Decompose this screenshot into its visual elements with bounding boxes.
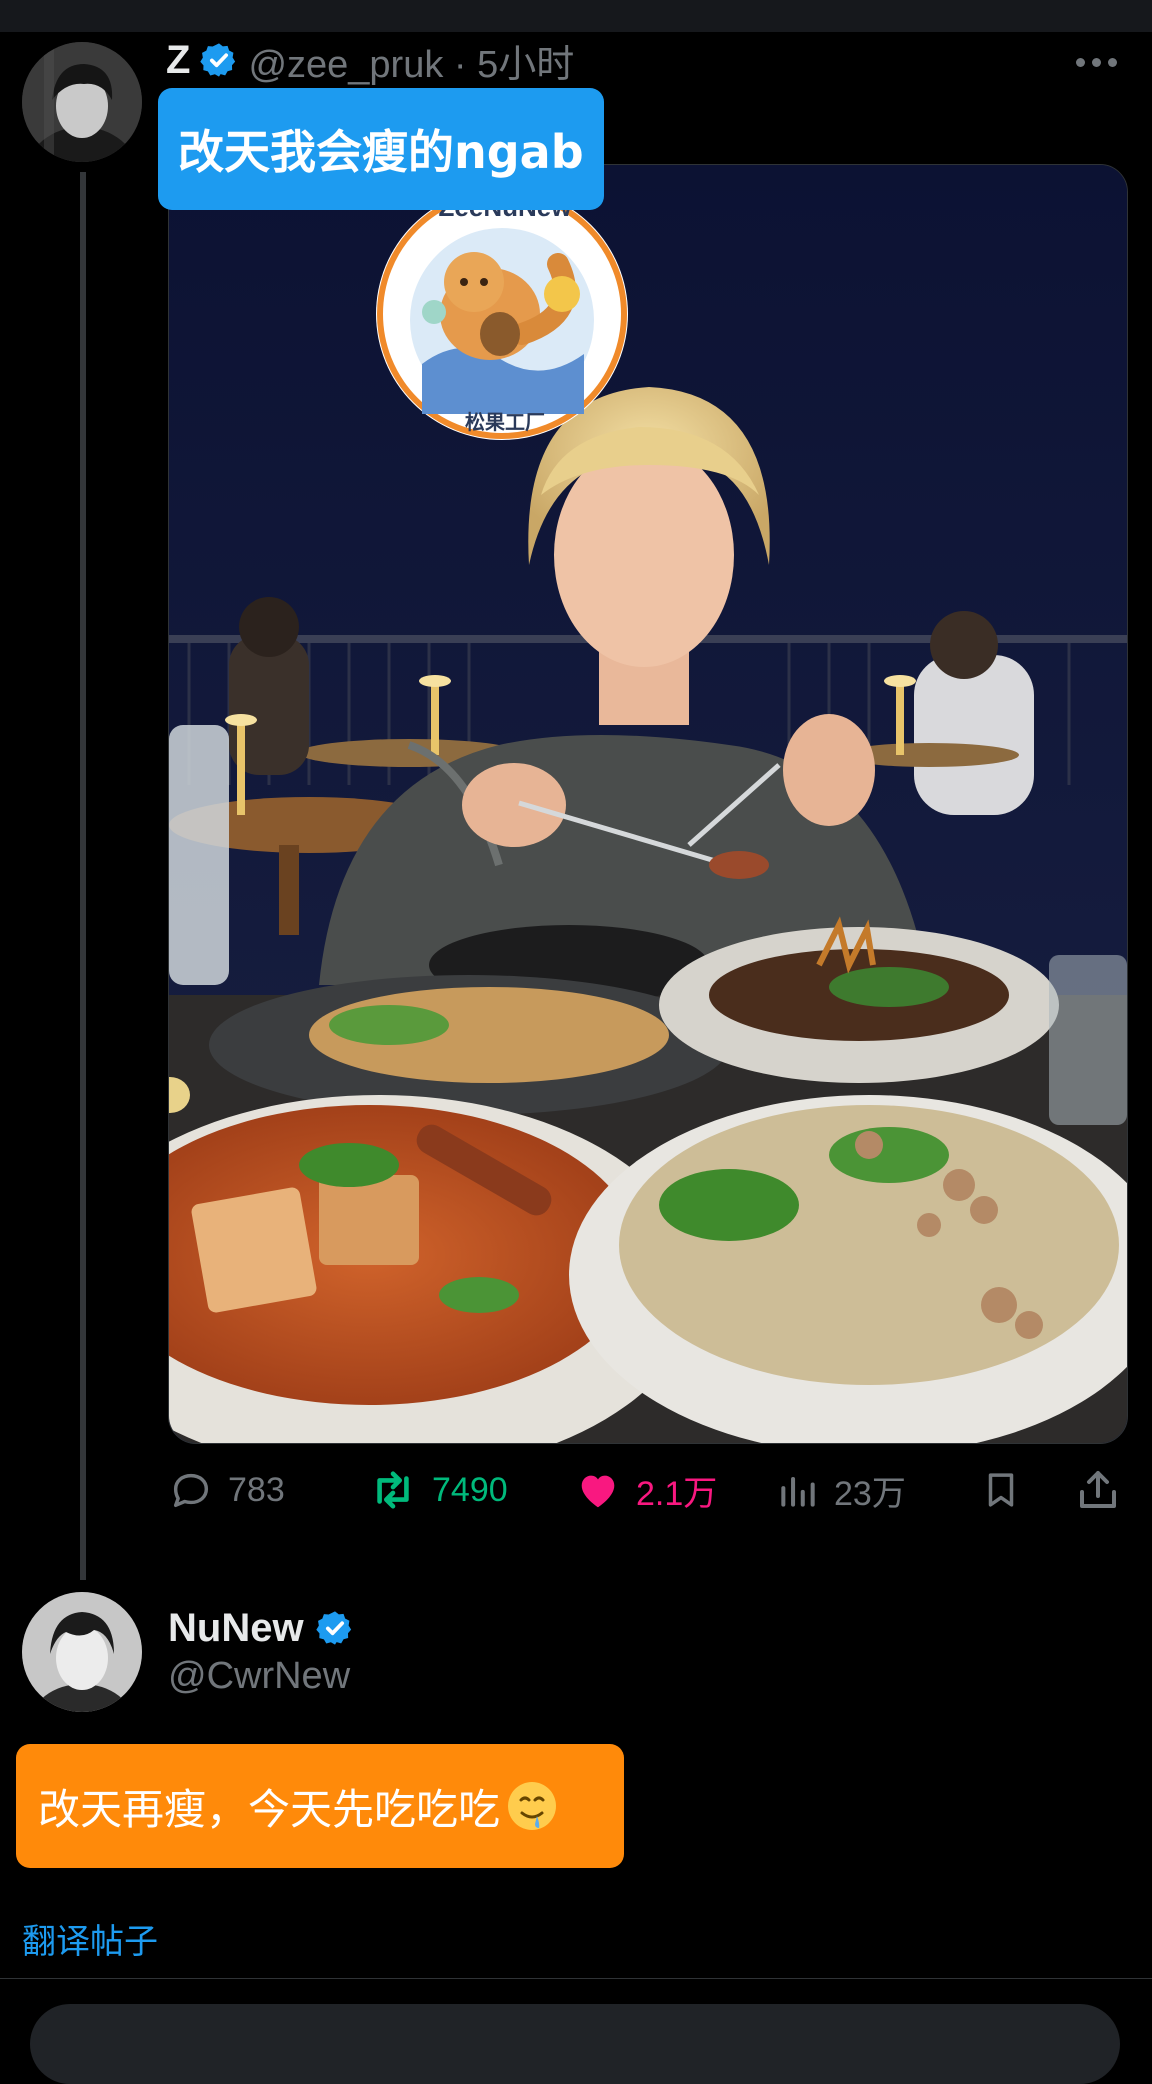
- post-header: Z @zee_pruk · 5小时: [166, 34, 574, 86]
- watermark-bottom-text: 松果工厂: [465, 410, 545, 434]
- post-photo[interactable]: [168, 164, 1128, 1444]
- quoted-post-caption: 改天再瘦，今天先吃吃吃: [16, 1744, 624, 1868]
- post-action-bar: 783 7490 2.1万 23万: [168, 1460, 1126, 1520]
- thread-connector-line: [80, 172, 86, 1580]
- status-bar-strip: [0, 0, 1152, 32]
- handle-and-timestamp[interactable]: @zee_pruk · 5小时: [248, 33, 574, 88]
- share-upload-icon: [1080, 1471, 1116, 1508]
- quoted-author-handle[interactable]: @CwrNew: [168, 1650, 350, 1702]
- watermark-logo: [376, 188, 628, 440]
- view-count: 23万: [834, 1474, 906, 1513]
- like-count: 2.1万: [636, 1474, 718, 1513]
- like-button[interactable]: 2.1万: [574, 1460, 717, 1520]
- verified-badge-icon: [315, 1611, 351, 1645]
- verified-badge-icon: [200, 43, 236, 77]
- bookmark-icon: [988, 1473, 1014, 1507]
- heart-icon: [581, 1475, 615, 1508]
- divider: [0, 1978, 1152, 1979]
- post-caption: 改天我会瘦的ngab: [158, 88, 604, 210]
- share-button[interactable]: [1074, 1460, 1122, 1520]
- repost-count: 7490: [432, 1470, 508, 1509]
- views-button[interactable]: 23万: [776, 1460, 906, 1520]
- more-dots-icon[interactable]: [1076, 48, 1122, 76]
- quoted-caption-text: 改天再瘦，今天先吃吃吃: [38, 1784, 501, 1834]
- repost-arrows-icon: [377, 1471, 409, 1509]
- author-avatar[interactable]: [22, 42, 142, 162]
- reply-button[interactable]: 783: [168, 1460, 285, 1520]
- bookmark-button[interactable]: [980, 1460, 1022, 1520]
- quoted-author-avatar[interactable]: [22, 1592, 142, 1712]
- quoted-author-name[interactable]: NuNew: [168, 1606, 304, 1651]
- comment-bubble-icon: [173, 1473, 209, 1508]
- bar-chart-icon: [781, 1476, 815, 1507]
- reply-count: 783: [228, 1470, 285, 1509]
- repost-button[interactable]: 7490: [368, 1460, 508, 1520]
- drooling-face-icon: [508, 1782, 557, 1830]
- author-name[interactable]: Z: [166, 38, 190, 83]
- translate-post-link[interactable]: 翻译帖子: [22, 1914, 158, 1963]
- reply-input-bar[interactable]: [30, 2004, 1120, 2084]
